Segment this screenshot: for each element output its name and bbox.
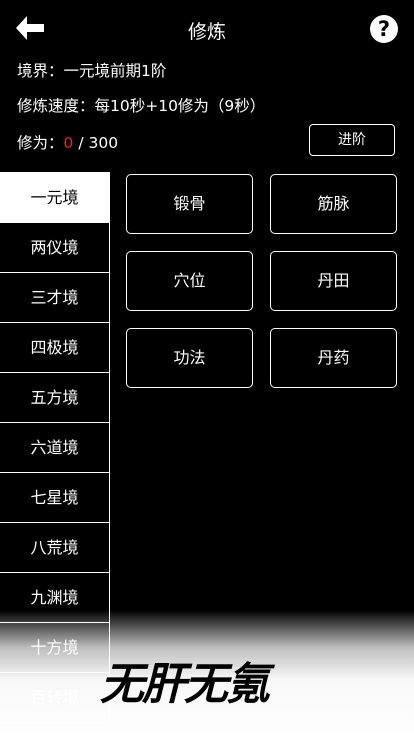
realm-item[interactable]: 七星境 — [0, 473, 110, 523]
realm-item[interactable]: 四极境 — [0, 323, 110, 373]
advance-button[interactable]: 进阶 — [309, 124, 395, 156]
realm-item[interactable]: 百转境 — [0, 673, 110, 723]
skill-button-elixir[interactable]: 丹药 — [270, 328, 397, 388]
cultivation-label: 修为： — [17, 134, 64, 152]
realm-item[interactable]: 三才境 — [0, 273, 110, 323]
realm-item[interactable]: 两仪境 — [0, 223, 110, 273]
cultivation-progress: 修为：0 / 300 — [17, 131, 118, 153]
skill-button-acupoint[interactable]: 穴位 — [126, 251, 253, 311]
cultivation-max: / 300 — [73, 134, 119, 152]
skill-button-meridian[interactable]: 筋脉 — [270, 174, 397, 234]
question-circle-icon: ? — [377, 17, 391, 41]
realm-item[interactable]: 六道境 — [0, 423, 110, 473]
header-bar: 修炼 ? — [0, 0, 414, 56]
help-button[interactable]: ? — [370, 15, 398, 43]
realm-item[interactable]: 八荒境 — [0, 523, 110, 573]
realm-status: 境界：一元境前期1阶 — [17, 62, 167, 80]
promo-watermark: 无肝无氪 — [100, 659, 270, 710]
skill-button-technique[interactable]: 功法 — [126, 328, 253, 388]
realm-item[interactable]: 九渊境 — [0, 573, 110, 623]
realm-item[interactable]: 十方境 — [0, 623, 110, 673]
cultivation-speed: 修炼速度：每10秒+10修为（9秒） — [17, 97, 266, 115]
realm-item[interactable]: 五方境 — [0, 373, 110, 423]
skill-button-dantian[interactable]: 丹田 — [270, 251, 397, 311]
page-title: 修炼 — [187, 21, 226, 43]
skill-button-bone[interactable]: 锻骨 — [126, 174, 253, 234]
realm-list: 一元境 两仪境 三才境 四极境 五方境 六道境 七星境 八荒境 九渊境 十方境 … — [0, 172, 110, 723]
realm-item[interactable]: 一元境 — [0, 173, 110, 223]
cultivation-current: 0 — [63, 134, 74, 152]
